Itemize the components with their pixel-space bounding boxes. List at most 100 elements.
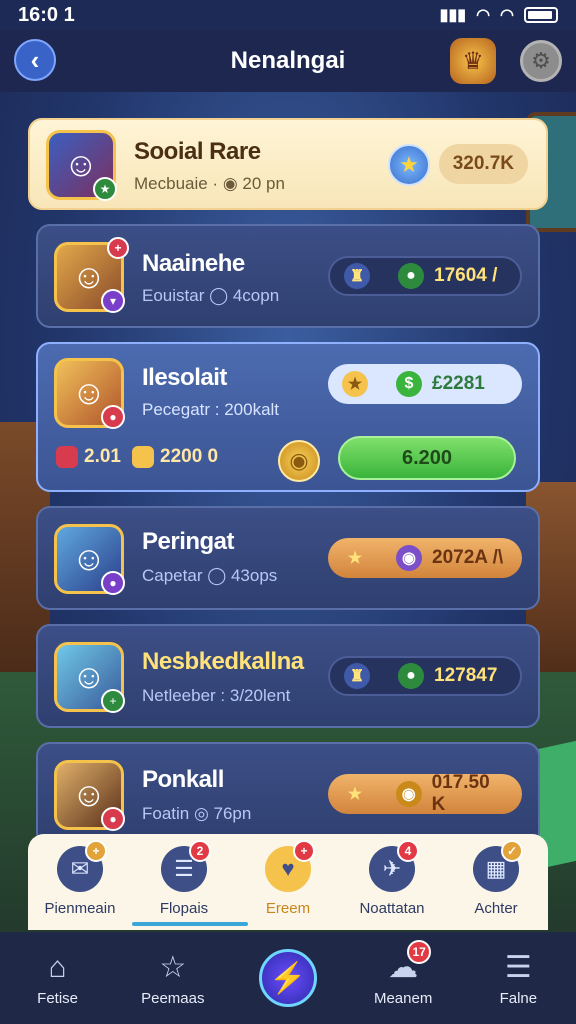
list-item[interactable]: ☺ ● Peringat Capetar ◯ 43ops ★ ◉ 2072A /… <box>36 506 540 610</box>
trophy-icon: ♛ <box>462 47 484 75</box>
tower-icon: ♜ <box>344 663 370 689</box>
coin-icon: ◉ <box>395 781 422 807</box>
menu-icon: ☰ <box>504 951 532 984</box>
player-meta: Capetar ◯ 43ops <box>142 566 278 585</box>
gem-icon: ◉ <box>396 545 422 571</box>
character-icon: ☺ <box>71 657 107 696</box>
score-pill: ♜ ● 127847 <box>328 656 522 696</box>
home-icon: ⌂ <box>48 950 67 984</box>
nav-center[interactable]: ⚡ <box>238 949 338 1007</box>
avatar: ☺ ● <box>54 524 125 595</box>
character-icon: ☺ <box>71 775 107 814</box>
level-badge-icon: ● <box>101 807 125 831</box>
score-value: £2281 <box>432 373 485 394</box>
tab-pienmeain[interactable]: ✉ + Pienmeain <box>35 840 125 917</box>
level-badge-icon: + <box>101 689 125 713</box>
score-value: 127847 <box>434 665 498 686</box>
character-icon: ☺ <box>71 539 107 578</box>
player-list: ☺ ★ Sooial Rare Mecbuaie · ◉ 20 pn ★ 320… <box>28 118 548 860</box>
nav-menu[interactable]: ☰ Falne <box>468 950 568 1007</box>
level-badge-icon: ▾ <box>101 289 125 313</box>
back-button[interactable]: ‹ <box>14 39 56 81</box>
nav-messages[interactable]: ☁ 17 Meanem <box>353 939 453 1007</box>
score-pill: ♜ ● 17604 / <box>328 256 522 296</box>
nav-favorites[interactable]: ☆ Peemaas <box>123 950 223 1007</box>
status-icons: ▮▮▮ ◠ ◠ <box>440 5 558 25</box>
active-tab-indicator <box>132 922 248 926</box>
avatar: ☺ ● <box>54 760 125 831</box>
clock: 16:0 1 <box>18 3 75 26</box>
tab-badge: 2 <box>189 840 211 862</box>
gear-icon: ⚙ <box>531 48 551 73</box>
avatar: ☺ + <box>54 642 125 713</box>
nav-label: Peemaas <box>141 989 205 1007</box>
bottom-nav: ⌂ Fetise ☆ Peemaas ⚡ ☁ 17 Meanem ☰ Falne <box>0 932 576 1024</box>
gold-icon <box>132 446 154 468</box>
player-meta: Eouistar ◯ 4copn <box>142 286 280 305</box>
tab-noattatan[interactable]: ✈ 4 Noattatan <box>347 840 437 917</box>
category-tabs: ✉ + Pienmeain ☰ 2 Flopais ♥ + Ereem ✈ 4 … <box>28 834 548 930</box>
tab-badge: 4 <box>397 840 419 862</box>
tab-badge-icon: + <box>293 840 315 862</box>
list-item[interactable]: ☺ ★ Sooial Rare Mecbuaie · ◉ 20 pn ★ 320… <box>28 118 548 210</box>
top-header: ‹ Nenalngai ♛ ⚙ <box>0 30 576 92</box>
player-name: Naainehe <box>142 250 245 277</box>
trophy-button[interactable]: ♛ <box>450 38 496 84</box>
resource-a-value: 2.01 <box>84 446 121 467</box>
coin-icon: ● <box>398 263 424 289</box>
tower-icon: ♜ <box>344 263 370 289</box>
character-icon: ☺ <box>71 257 107 296</box>
nav-label: Fetise <box>37 989 79 1007</box>
tab-label: Flopais <box>159 900 209 917</box>
nav-home[interactable]: ⌂ Fetise <box>8 950 108 1007</box>
player-meta: Foatin ◎ 76pn <box>142 804 252 823</box>
list-item[interactable]: ☺ ● Ilesolait Pecegatr : 200kalt ★ $ £22… <box>36 342 540 492</box>
coin-icon: ● <box>398 663 424 689</box>
list-item[interactable]: ☺ ● Ponkall Foatin ◎ 76pn ★ ◉ 017.50 K <box>36 742 540 846</box>
tab-label: Pienmeain <box>44 900 116 917</box>
coin-icon: ◉ <box>278 440 320 482</box>
wifi-icon: ◠ <box>476 7 491 24</box>
nav-label: Meanem <box>373 989 433 1007</box>
star-icon: ★ <box>342 371 368 397</box>
settings-button[interactable]: ⚙ <box>520 40 562 82</box>
character-icon: ☺ <box>71 373 107 412</box>
claim-button[interactable]: 6.200 <box>338 436 516 480</box>
score-value: 17604 / <box>434 265 498 286</box>
signal-icon: ▮▮▮ <box>439 7 467 24</box>
tab-flopais[interactable]: ☰ 2 Flopais <box>139 840 229 917</box>
score-pill: ★ ◉ 2072A /\ <box>328 538 522 578</box>
player-meta: Mecbuaie · ◉ 20 pn <box>134 174 285 193</box>
lightning-icon: ⚡ <box>258 949 317 1007</box>
list-item[interactable]: ☺ + ▾ Naainehe Eouistar ◯ 4copn ♜ ● 1760… <box>36 224 540 328</box>
cash-icon: $ <box>396 371 422 397</box>
resource-a: 2.01 <box>56 446 121 468</box>
tab-achter[interactable]: ▦ ✓ Achter <box>451 840 541 917</box>
player-name: Nesbkedkallna <box>142 648 304 675</box>
star-icon: ★ <box>388 144 430 186</box>
tab-ereem[interactable]: ♥ + Ereem <box>243 840 333 917</box>
avatar: ☺ ★ <box>46 130 117 201</box>
level-badge-icon: ★ <box>93 177 117 201</box>
status-bar: 16:0 1 ▮▮▮ ◠ ◠ <box>0 0 576 30</box>
tab-badge-icon: + <box>85 840 107 862</box>
list-item[interactable]: ☺ + Nesbkedkallna Netleeber : 3/20lent ♜… <box>36 624 540 728</box>
score-value: 320.7K <box>452 153 514 174</box>
score-value: 017.50 K <box>431 772 490 815</box>
player-meta: Netleeber : 3/20lent <box>142 686 291 705</box>
star-icon: ★ <box>347 786 363 803</box>
avatar: ☺ ● <box>54 358 125 429</box>
notification-badge: + <box>107 237 129 259</box>
avatar: ☺ + ▾ <box>54 237 129 313</box>
player-name: Peringat <box>142 528 235 555</box>
player-name: Ponkall <box>142 766 224 793</box>
tab-badge-icon: ✓ <box>501 840 523 862</box>
level-badge-icon: ● <box>101 405 125 429</box>
chevron-left-icon: ‹ <box>30 44 40 75</box>
gem-icon <box>56 446 78 468</box>
resource-b: 2200 0 <box>132 446 218 468</box>
star-icon: ☆ <box>159 951 187 984</box>
tab-label: Noattatan <box>359 900 425 917</box>
player-meta: Pecegatr : 200kalt <box>142 400 280 419</box>
tab-label: Achter <box>474 900 518 917</box>
